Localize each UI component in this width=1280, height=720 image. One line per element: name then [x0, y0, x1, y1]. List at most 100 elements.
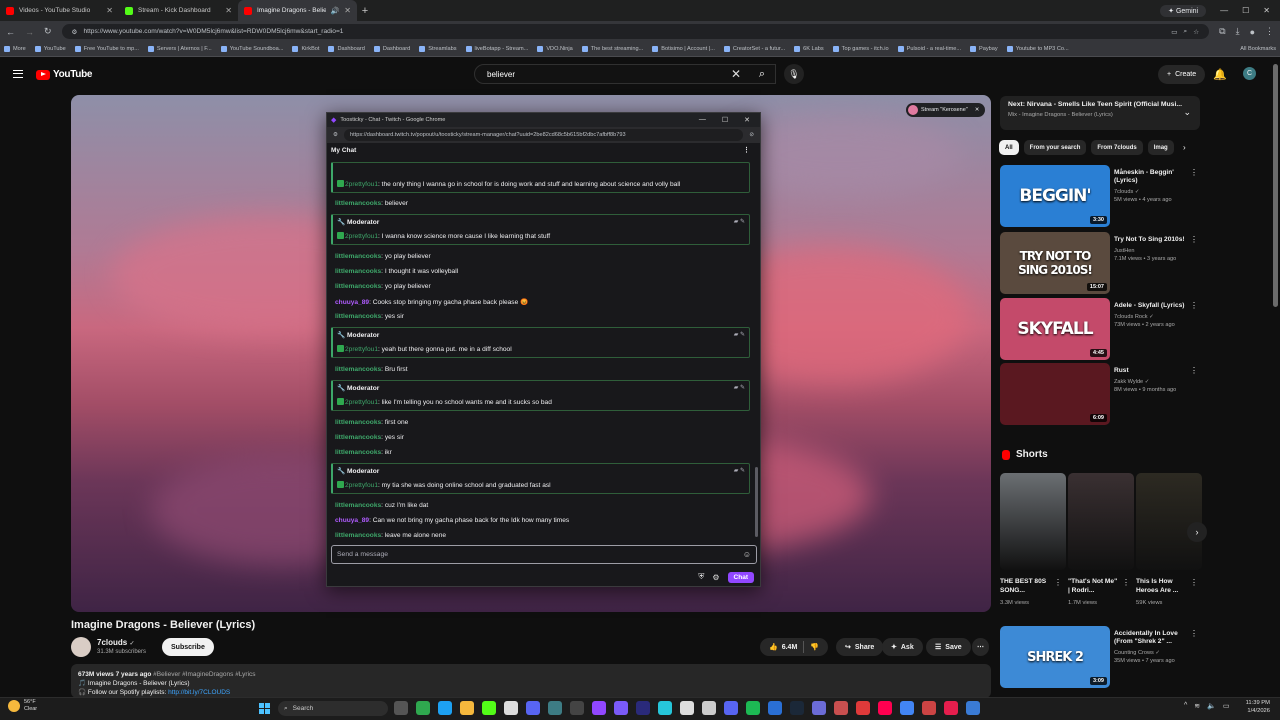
share-button[interactable]: ↪ Share	[836, 638, 884, 656]
close-tab-icon[interactable]: ✕	[225, 6, 232, 15]
weather-widget[interactable]: 56°F Clear	[8, 699, 37, 712]
search-input[interactable]: believer ✕	[474, 64, 776, 84]
bookmark-item[interactable]: CreatorSet - a futur...	[723, 46, 785, 52]
bookmark-item[interactable]: YouTube	[34, 46, 66, 52]
close-icon[interactable]: ✕	[975, 107, 980, 113]
taskbar-app-icon[interactable]	[658, 701, 672, 715]
address-bar[interactable]: ⚙ https://www.youtube.com/watch?v=W0DM5l…	[61, 24, 1210, 39]
chat-message-list[interactable]: 2prettyfou1: the only thing I wanna go i…	[327, 162, 757, 540]
menu-icon[interactable]: ⋮	[1265, 26, 1274, 37]
recommended-video[interactable]: 6:09 Rust Zakk Wylde ✓ 8M views • 9 months …	[1000, 363, 1200, 425]
short-thumbnail[interactable]	[1000, 473, 1066, 570]
new-tab-button[interactable]: +	[357, 5, 373, 17]
hide-icon[interactable]: ⊘	[749, 132, 754, 138]
like-button[interactable]: 👍 6.4M 👎	[760, 638, 828, 656]
more-vertical-icon[interactable]: ⋮	[1190, 578, 1198, 587]
spotify-link[interactable]: http://bit.ly/7CLOUDS	[168, 689, 230, 696]
moderator-tools[interactable]: ▰ ✎	[734, 467, 745, 474]
more-vertical-icon[interactable]: ⋮	[1054, 578, 1062, 587]
maximize-icon[interactable]: ☐	[722, 116, 728, 124]
chevron-right-icon[interactable]: ›	[1183, 143, 1186, 152]
taskbar-app-icon[interactable]	[790, 701, 804, 715]
taskbar-app-icon[interactable]	[526, 701, 540, 715]
search-button[interactable]: ⌕	[748, 64, 776, 84]
close-window-icon[interactable]: ✕	[1263, 6, 1270, 15]
chat-username[interactable]: chuuya_89	[335, 517, 369, 524]
bookmark-item[interactable]: Pulsoid - a real-time...	[897, 46, 961, 52]
back-icon[interactable]: ←	[6, 27, 15, 37]
channel-avatar[interactable]	[71, 637, 91, 657]
short-thumbnail[interactable]	[1068, 473, 1134, 570]
moderator-message[interactable]: 🔧 Moderator ▰ ✎ 2prettyfou1: yeah but ther…	[331, 327, 750, 358]
taskbar-app-icon[interactable]	[922, 701, 936, 715]
all-bookmarks[interactable]: All Bookmarks	[1240, 46, 1276, 52]
chat-username[interactable]: 2prettyfou1	[345, 233, 378, 240]
video-description[interactable]: 673M views 7 years ago #Believer #Imagin…	[71, 664, 991, 698]
taskbar-clock[interactable]: 11:39 PM 1/4/2026	[1240, 699, 1270, 715]
shield-mode-icon[interactable]: ⛨	[698, 572, 704, 582]
notifications-bell-icon[interactable]: 🔔	[1213, 68, 1227, 81]
more-vertical-icon[interactable]: ⋮	[1190, 366, 1198, 375]
chat-username[interactable]: littlemancooks	[335, 502, 381, 509]
close-window-icon[interactable]: ✕	[744, 116, 750, 124]
chat-message[interactable]: chuuya_89: Cooks stop bringing my gacha …	[335, 298, 751, 306]
moderator-tools[interactable]: ▰ ✎	[734, 218, 745, 225]
thumbs-down-icon[interactable]: 👎	[810, 643, 819, 651]
taskbar-app-icon[interactable]	[460, 701, 474, 715]
recommended-video[interactable]: TRY NOT TO SING 2010S! 15:07 Try Not To Si…	[1000, 232, 1200, 294]
emote-picker-icon[interactable]: ☺	[743, 550, 751, 559]
taskbar-app-icon[interactable]	[834, 701, 848, 715]
tab-youtube-studio[interactable]: Videos - YouTube Studio ✕	[0, 0, 119, 21]
hamburger-menu-icon[interactable]	[13, 70, 23, 78]
wifi-icon[interactable]: ≋	[1194, 702, 1200, 710]
taskbar-app-icon[interactable]	[570, 701, 584, 715]
close-tab-icon[interactable]: ✕	[344, 6, 351, 15]
chat-message[interactable]: littlemancooks: believer	[335, 200, 751, 207]
chat-message[interactable]: littlemancooks: I thought it was volleyb…	[335, 268, 751, 275]
bookmark-item[interactable]: Servers | Aternos | F...	[147, 46, 212, 52]
chat-username[interactable]: littlemancooks	[335, 449, 381, 456]
extensions-icon[interactable]: ⧉	[1219, 26, 1225, 37]
chat-username[interactable]: 2prettyfou1	[345, 346, 378, 353]
youtube-logo[interactable]: YouTube	[36, 69, 93, 80]
video-thumbnail[interactable]: SHREK 2 3:09	[1000, 626, 1110, 688]
chat-username[interactable]: littlemancooks	[335, 532, 381, 539]
tab-imagine-dragons[interactable]: Imagine Dragons - Believer 🔊 ✕	[238, 0, 357, 21]
subscribe-button[interactable]: Subscribe	[162, 638, 214, 656]
taskbar-app-icon[interactable]	[680, 701, 694, 715]
bookmark-item[interactable]: Paybay	[970, 46, 998, 52]
chat-username[interactable]: littlemancooks	[335, 434, 381, 441]
reload-icon[interactable]: ↻	[44, 26, 52, 37]
bookmark-item[interactable]: YouTube Soundboa...	[220, 46, 283, 52]
moderator-message[interactable]: 🔧 Moderator ▰ ✎ 2prettyfou1: like I'm tell…	[331, 380, 750, 411]
filter-chip[interactable]: From 7clouds	[1091, 140, 1143, 155]
video-thumbnail[interactable]: TRY NOT TO SING 2010S! 15:07	[1000, 232, 1110, 294]
forward-icon[interactable]: →	[25, 27, 34, 37]
taskbar-app-icon[interactable]	[416, 701, 430, 715]
video-thumbnail[interactable]: 6:09	[1000, 363, 1110, 425]
bookmark-item[interactable]: Free YouTube to mp...	[74, 46, 139, 52]
bookmark-item[interactable]: The best streaming...	[581, 46, 643, 52]
moderator-tools[interactable]: ▰ ✎	[734, 331, 745, 338]
taskbar-app-icon[interactable]	[768, 701, 782, 715]
taskbar-app-icon[interactable]	[548, 701, 562, 715]
bookmark-item[interactable]: Streamlabs	[419, 46, 457, 52]
taskbar-app-icon[interactable]	[702, 701, 716, 715]
close-tab-icon[interactable]: ✕	[106, 6, 113, 15]
create-button[interactable]: + Create	[1158, 65, 1206, 84]
chat-message[interactable]: littlemancooks: yo play believer	[335, 283, 751, 290]
bookmark-star-icon[interactable]: ☆	[1193, 28, 1199, 36]
taskbar-app-icon[interactable]	[900, 701, 914, 715]
taskbar-app-icon[interactable]	[614, 701, 628, 715]
more-vertical-icon[interactable]: ⋮	[1190, 629, 1198, 638]
site-info-icon[interactable]: ⚙	[72, 28, 78, 36]
bookmark-item[interactable]: Botisimo | Account |...	[652, 46, 715, 52]
maximize-icon[interactable]: ☐	[1242, 6, 1249, 15]
more-vertical-icon[interactable]: ⋮	[1190, 168, 1198, 177]
taskbar-app-icon[interactable]	[592, 701, 606, 715]
chat-username[interactable]: littlemancooks	[335, 366, 381, 373]
taskbar-app-icon[interactable]	[438, 701, 452, 715]
chat-username[interactable]: littlemancooks	[335, 200, 381, 207]
save-button[interactable]: ☰ Save	[926, 638, 971, 656]
send-message-input[interactable]: Send a message ☺	[331, 545, 757, 564]
